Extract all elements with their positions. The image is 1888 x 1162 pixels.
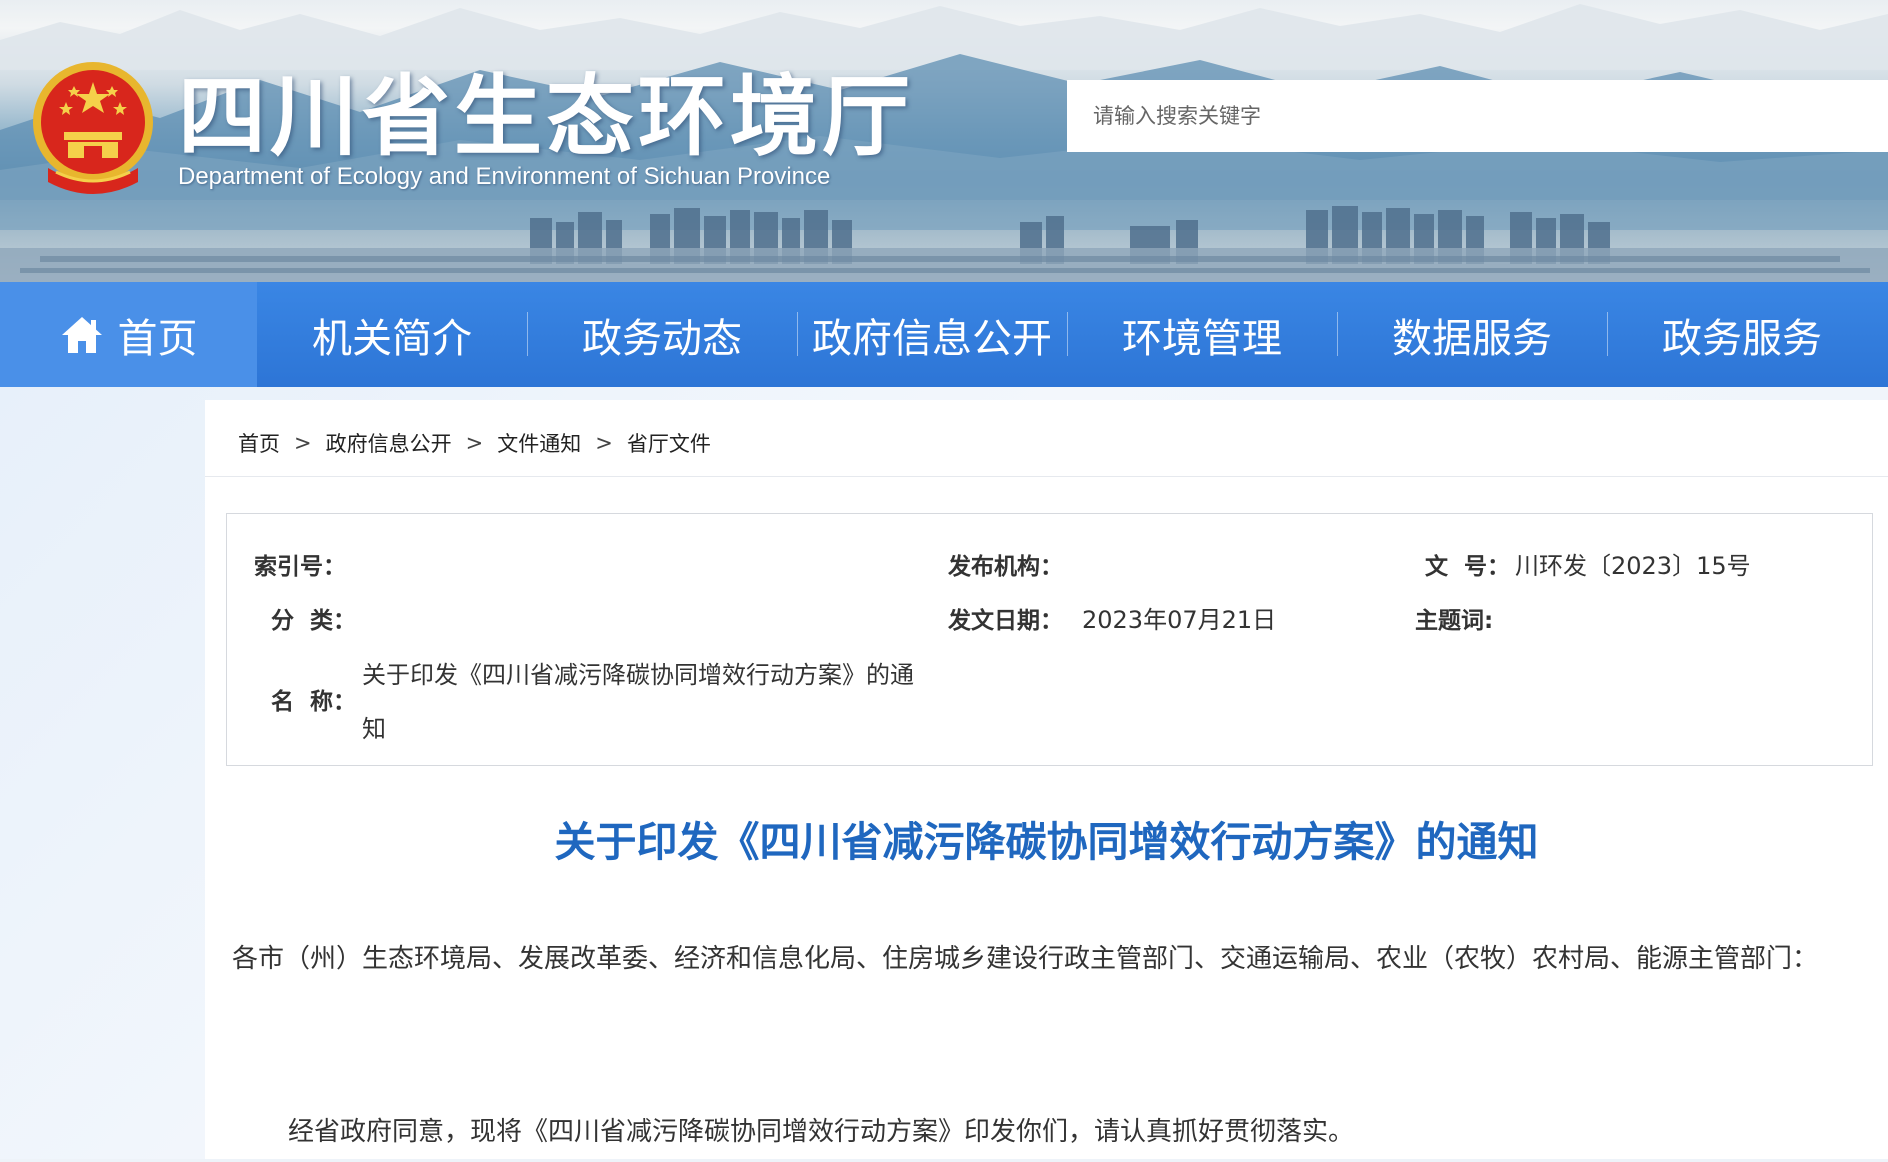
breadcrumb-file-notices[interactable]: 文件通知 — [497, 428, 581, 458]
nav-item-about[interactable]: 机关简介 — [257, 282, 527, 387]
nav-separator — [797, 312, 798, 356]
issue-date-value: 2023年07月21日 — [1082, 606, 1277, 634]
nav-separator — [1067, 312, 1068, 356]
category-label: 分 类： — [271, 608, 357, 634]
nav-label: 数据服务 — [1392, 315, 1552, 362]
nav-item-gov-service[interactable]: 政务服务 — [1607, 282, 1877, 387]
nav-separator — [1607, 312, 1608, 356]
breadcrumb-dept-documents[interactable]: 省厅文件 — [627, 428, 711, 458]
nav-separator — [1337, 312, 1338, 356]
index-number-label: 索引号： — [254, 554, 346, 580]
doc-number-label: 文 号： — [1425, 554, 1511, 580]
doc-number-value: 川环发〔2023〕15号 — [1515, 552, 1751, 580]
site-title: 四川省生态环境厅 — [178, 64, 915, 168]
site-header: 四川省生态环境厅 Department of Ecology and Envir… — [0, 0, 1888, 282]
document-name-value: 关于印发《四川省减污降碳协同增效行动方案》的通知 — [362, 661, 914, 743]
nav-item-info-disclosure[interactable]: 政府信息公开 — [797, 282, 1067, 387]
nav-label: 政务服务 — [1662, 315, 1822, 362]
site-subtitle: Department of Ecology and Environment of… — [178, 163, 831, 190]
search-input[interactable] — [1067, 80, 1888, 152]
nav-label: 政府信息公开 — [812, 315, 1052, 362]
subject-terms-label: 主题词: — [1415, 608, 1494, 634]
nav-label: 首页 — [117, 315, 198, 362]
breadcrumb-separator: > — [294, 431, 312, 455]
nav-item-news[interactable]: 政务动态 — [527, 282, 797, 387]
nav-separator — [527, 312, 528, 356]
main-nav: 首页 机关简介 政务动态 政府信息公开 环境管理 数据服务 政务服务 — [0, 282, 1888, 387]
nav-item-environment-management[interactable]: 环境管理 — [1067, 282, 1337, 387]
document-title: 关于印发《四川省减污降碳协同增效行动方案》的通知 — [554, 818, 1539, 866]
nav-label: 环境管理 — [1122, 315, 1282, 362]
breadcrumb-separator: > — [465, 431, 484, 455]
breadcrumb-home[interactable]: 首页 — [238, 428, 280, 458]
publisher-label: 发布机构： — [948, 554, 1063, 580]
nav-item-data-service[interactable]: 数据服务 — [1337, 282, 1607, 387]
nav-label: 政务动态 — [582, 315, 742, 362]
breadcrumb-separator: > — [595, 431, 613, 455]
document-name-label: 名 称： — [271, 689, 357, 715]
issue-date-label: 发文日期： — [948, 608, 1063, 634]
document-paragraph: 经省政府同意，现将《四川省减污降碳协同增效行动方案》印发你们，请认真抓好贯彻落实… — [288, 1117, 1355, 1147]
breadcrumb-divider — [205, 476, 1888, 477]
nav-label: 机关简介 — [312, 315, 472, 362]
breadcrumb: 首页 > 政府信息公开 > 文件通知 > 省厅文件 — [238, 428, 711, 458]
national-emblem-icon — [33, 62, 153, 194]
breadcrumb-info-disclosure[interactable]: 政府信息公开 — [326, 428, 452, 458]
home-icon — [61, 316, 102, 353]
nav-item-home[interactable]: 首页 — [0, 282, 257, 387]
document-salutation: 各市（州）生态环境局、发展改革委、经济和信息化局、住房城乡建设行政主管部门、交通… — [232, 944, 1819, 974]
